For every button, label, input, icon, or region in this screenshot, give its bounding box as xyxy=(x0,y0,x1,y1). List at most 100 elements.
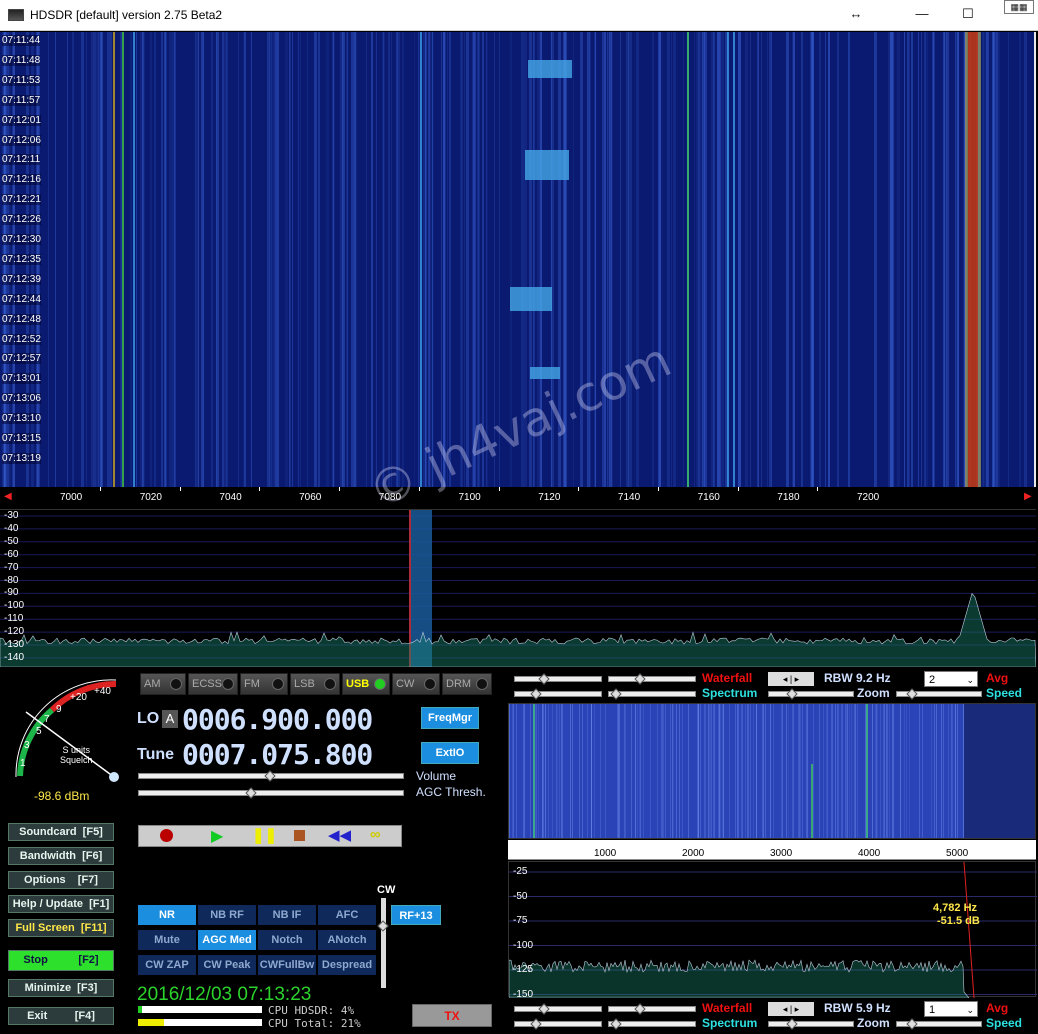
waterfall-trace xyxy=(333,32,334,487)
audio-waterfall[interactable] xyxy=(508,703,1036,839)
freq-label: 7180 xyxy=(777,492,800,503)
waterfall-trace xyxy=(717,32,720,487)
audio-waterfall-trace xyxy=(893,704,894,838)
audio-freq-scale[interactable]: 1000 2000 3000 4000 5000 xyxy=(508,840,1036,860)
dsp-button-cwfullbw[interactable]: CWFullBw xyxy=(258,955,316,975)
maximize-window-button[interactable]: ☐ xyxy=(958,6,978,22)
stop-playback-icon[interactable] xyxy=(294,830,305,841)
mode-button-ecss[interactable]: ECSS xyxy=(188,673,238,695)
audio-waterfall-trace xyxy=(679,704,680,838)
side-button-4[interactable]: Full Screen [F11] xyxy=(8,919,114,937)
rbw-spinner[interactable]: ◂ | ▸ xyxy=(768,672,814,686)
frequency-scale[interactable]: ◀ ▶ 7000 7020 7040 7060 7080 7100 7120 7140 7160… xyxy=(0,487,1036,509)
audio-waterfall-trace xyxy=(900,704,901,838)
time-label: 07:12:48 xyxy=(2,313,41,325)
dsp-button-anotch[interactable]: ANotch xyxy=(318,930,376,950)
audio-waterfall-trace xyxy=(872,704,873,838)
tx-button[interactable]: TX xyxy=(412,1004,492,1027)
dsp-button-nr[interactable]: NR xyxy=(138,905,196,925)
audio-db-label: -50 xyxy=(513,890,528,902)
freqmgr-button[interactable]: FreqMgr xyxy=(421,707,479,729)
dsp-button-agc-med[interactable]: AGC Med xyxy=(198,930,256,950)
waterfall-trace xyxy=(792,32,795,487)
audio-waterfall-trace xyxy=(523,704,524,838)
agc-threshold-slider[interactable] xyxy=(138,790,404,796)
mode-button-drm[interactable]: DRM xyxy=(442,673,492,695)
waterfall-contrast-slider[interactable] xyxy=(608,676,696,682)
waterfall-trace xyxy=(447,32,448,487)
side-button-2[interactable]: Options [F7] xyxy=(8,871,114,889)
mode-button-cw[interactable]: CW xyxy=(392,673,440,695)
mode-button-am[interactable]: AM xyxy=(140,673,186,695)
mode-button-usb[interactable]: USB xyxy=(342,673,390,695)
mode-label: CW xyxy=(396,678,415,690)
side-button-6[interactable]: Minimize [F3] xyxy=(8,979,114,997)
audio-waterfall-trace xyxy=(713,704,714,838)
side-button-0[interactable]: Soundcard [F5] xyxy=(8,823,114,841)
waterfall-trace xyxy=(998,32,1000,487)
side-button-5[interactable]: Stop [F2] xyxy=(8,950,114,971)
audio-spectrum[interactable]: -25 -50 -75 -100 -125 -150 4,782 Hz -51.5 dB xyxy=(508,861,1037,1000)
scroll-right-icon[interactable]: ▶ xyxy=(1024,491,1032,502)
resize-icon[interactable]: ↔ xyxy=(846,6,866,21)
cw-slider[interactable] xyxy=(381,898,386,988)
mode-button-fm[interactable]: FM xyxy=(240,673,288,695)
waterfall-trace xyxy=(274,32,275,487)
waterfall-trace xyxy=(150,32,152,487)
audio-waterfall-trace xyxy=(676,704,677,838)
mode-button-lsb[interactable]: LSB xyxy=(290,673,340,695)
waterfall-trace xyxy=(382,32,385,487)
rbw-spinner[interactable]: ◂ | ▸ xyxy=(768,1002,814,1016)
side-button-7[interactable]: Exit [F4] xyxy=(8,1007,114,1025)
waterfall-trace xyxy=(933,32,934,487)
scroll-left-icon[interactable]: ◀ xyxy=(4,491,12,502)
dsp-button-cw-zap[interactable]: CW ZAP xyxy=(138,955,196,975)
zoom-slider[interactable] xyxy=(768,691,854,697)
waterfall-trace xyxy=(921,32,922,487)
play-icon[interactable]: ▶ xyxy=(211,826,223,846)
loop-icon[interactable]: ∞ xyxy=(370,826,381,843)
rewind-icon[interactable]: ◀◀ xyxy=(328,826,351,844)
rf-gain-button[interactable]: RF+13 xyxy=(391,905,441,925)
cursor-level: -51.5 dB xyxy=(937,915,980,927)
audio-waterfall-trace xyxy=(847,704,848,838)
dsp-button-nb-if[interactable]: NB IF xyxy=(258,905,316,925)
dsp-button-despread[interactable]: Despread xyxy=(318,955,376,975)
main-spectrum[interactable]: -30 -40 -50 -60 -70 -80 -90 -100 -110 -120 -130 -14… xyxy=(0,509,1037,668)
waterfall-brightness-slider[interactable] xyxy=(514,1006,602,1012)
side-button-3[interactable]: Help / Update [F1] xyxy=(8,895,114,913)
audio-waterfall-trace xyxy=(704,704,705,838)
audio-waterfall-trace xyxy=(841,704,842,838)
spectrum-brightness-slider[interactable] xyxy=(514,691,602,697)
audio-waterfall-trace xyxy=(876,704,877,838)
audio-waterfall-trace xyxy=(952,704,953,838)
pause-icon[interactable]: ❚❚ xyxy=(252,826,277,844)
audio-waterfall-trace xyxy=(657,704,658,838)
lo-vfo-badge[interactable]: A xyxy=(162,710,178,728)
avg-select[interactable]: 1 ⌄ xyxy=(924,1001,978,1017)
avg-select[interactable]: 2 ⌄ xyxy=(924,671,978,687)
extio-button[interactable]: ExtIO xyxy=(421,742,479,764)
dsp-button-afc[interactable]: AFC xyxy=(318,905,376,925)
cpu-hdsdr: CPU HDSDR: 4% xyxy=(268,1004,355,1017)
side-button-1[interactable]: Bandwidth [F6] xyxy=(8,847,114,865)
waterfall-trace xyxy=(897,32,900,487)
dsp-button-cw-peak[interactable]: CW Peak xyxy=(198,955,256,975)
minimize-window-button[interactable]: — xyxy=(912,6,932,21)
dsp-button-mute[interactable]: Mute xyxy=(138,930,196,950)
waterfall-contrast-slider[interactable] xyxy=(608,1006,696,1012)
audio-waterfall-trace xyxy=(711,704,712,838)
lo-frequency[interactable]: 0006.900.000 xyxy=(182,703,373,736)
zoom-slider[interactable] xyxy=(768,1021,854,1027)
spectrum-brightness-slider[interactable] xyxy=(514,1021,602,1027)
dsp-button-nb-rf[interactable]: NB RF xyxy=(198,905,256,925)
waterfall-trace xyxy=(1008,32,1009,487)
dsp-button-notch[interactable]: Notch xyxy=(258,930,316,950)
audio-waterfall-trace xyxy=(570,704,571,838)
speed-label: Speed xyxy=(986,686,1023,700)
waterfall-brightness-slider[interactable] xyxy=(514,676,602,682)
layout-icon[interactable]: ▦▦ xyxy=(1004,0,1034,14)
audio-waterfall-trace xyxy=(842,704,843,838)
record-icon[interactable] xyxy=(160,829,173,842)
tune-frequency[interactable]: 0007.075.800 xyxy=(182,738,373,771)
